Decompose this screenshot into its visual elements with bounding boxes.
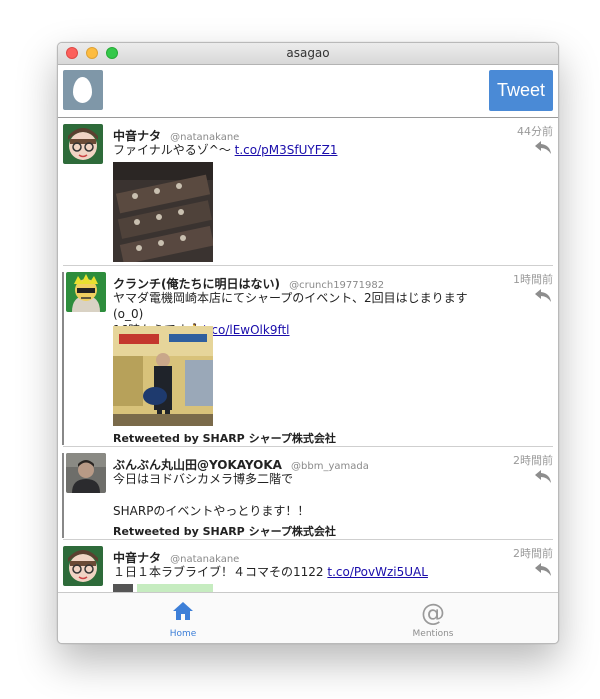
tweet-item: 中音ナタ @natanakane 44分前 ファイナルやるゾ^〜 t.co/pM… — [58, 118, 558, 266]
egg-avatar-icon — [73, 77, 92, 103]
tweet-photo[interactable] — [113, 162, 213, 262]
timestamp: 2時間前 — [513, 547, 553, 560]
tweet-link[interactable]: t.co/pM3SfUYFZ1 — [235, 143, 338, 157]
avatar[interactable] — [66, 453, 106, 493]
reply-icon[interactable] — [534, 140, 552, 156]
tweet-link[interactable]: t.co/lEwOlk9ftl — [203, 323, 290, 337]
app-window: asagao Tweet 中音ナタ @natanakane 44分前 ファイナル… — [57, 42, 559, 644]
retweeted-by-label: Retweeted by SHARP シャープ株式会社 — [113, 525, 336, 538]
timestamp: 2時間前 — [513, 454, 553, 467]
tab-mentions[interactable]: @ Mentions — [373, 593, 493, 643]
tweet-photo[interactable] — [113, 584, 213, 592]
tweet-item: ぶんぶん丸山田@YOKAYOKA @bbm_yamada 2時間前 今日はヨドバ… — [58, 447, 558, 540]
toolbar: Tweet — [58, 65, 558, 118]
tab-home[interactable]: Home — [123, 593, 243, 643]
timestamp: 1時間前 — [513, 273, 553, 286]
tab-bar: Home @ Mentions — [58, 592, 558, 643]
title-bar[interactable]: asagao — [58, 43, 558, 65]
avatar[interactable] — [66, 272, 106, 312]
home-icon — [173, 602, 193, 620]
retweet-indicator — [62, 272, 64, 445]
user-avatar[interactable] — [63, 70, 103, 110]
window-title: asagao — [286, 46, 330, 60]
tweet-photo[interactable] — [113, 326, 213, 426]
timestamp: 44分前 — [517, 125, 553, 138]
tweet-item: 中音ナタ @natanakane 2時間前 １日１本ラブライブ！４コマその112… — [58, 540, 558, 592]
tweet-text: ファイナルやるゾ^〜 — [113, 143, 235, 157]
reply-icon[interactable] — [534, 469, 552, 485]
retweeted-by-label: Retweeted by SHARP シャープ株式会社 — [113, 432, 336, 445]
avatar[interactable] — [63, 546, 103, 586]
tab-home-label: Home — [169, 629, 197, 639]
avatar[interactable] — [63, 124, 103, 164]
tab-mentions-label: Mentions — [412, 629, 454, 639]
tweet-button[interactable]: Tweet — [489, 70, 553, 111]
timeline[interactable]: 中音ナタ @natanakane 44分前 ファイナルやるゾ^〜 t.co/pM… — [58, 118, 558, 592]
retweet-indicator — [62, 453, 64, 538]
tweet-text: １日１本ラブライブ！４コマその1122 — [113, 565, 328, 579]
reply-icon[interactable] — [534, 562, 552, 578]
user-name[interactable]: 中音ナタ — [113, 129, 161, 143]
at-sign-icon: @ — [421, 599, 445, 627]
reply-icon[interactable] — [534, 288, 552, 304]
tweet-link[interactable]: t.co/PovWzi5UAL — [327, 565, 428, 579]
tweet-text: 今日はヨドバシカメラ博多二階で SHARPのイベントやっとります！！ — [113, 472, 310, 518]
tweet-item: クランチ(俺たちに明日はない) @crunch19771982 1時間前 ヤマダ… — [58, 266, 558, 447]
user-name[interactable]: クランチ(俺たちに明日はない) — [113, 277, 280, 291]
user-name[interactable]: ぶんぶん丸山田@YOKAYOKA — [113, 458, 282, 472]
user-name[interactable]: 中音ナタ — [113, 551, 161, 565]
